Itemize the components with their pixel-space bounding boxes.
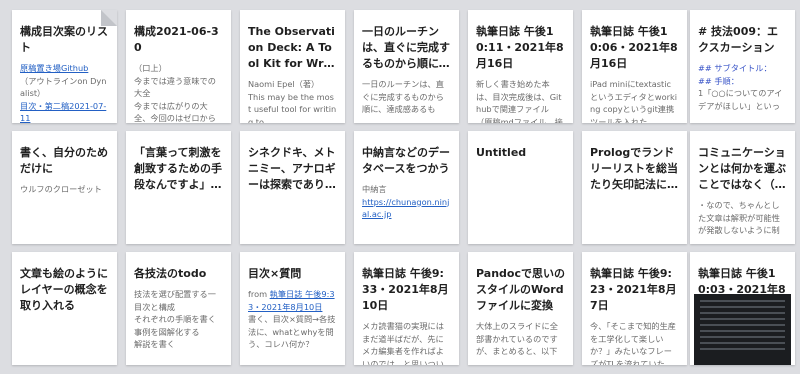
card[interactable]: Prologでランドリーリストを総当たり矢印記法に変換する: [582, 131, 687, 244]
card-text: from: [248, 289, 270, 299]
card-title: 執筆日誌 午後9:33・2021年8月10日: [362, 267, 449, 312]
card-text: ・なので、ちゃんとした文章は解釈が可能性が発散しないように制: [698, 200, 780, 235]
card-title: The Observation Deck: A Tool Kit for Wri…: [248, 25, 335, 70]
card-title: 一日のルーチンは、直ぐに完成するものから順に、達成感…: [362, 25, 450, 70]
card-link[interactable]: 目次・第二稿2021-07-11: [20, 100, 109, 124]
card-title: コミュニケーションとは何かを運ぶことではなく（導管メ…: [698, 146, 786, 191]
card-title: 構成2021-06-30: [134, 25, 219, 54]
card-title: 各技法のtodo: [134, 267, 207, 280]
card-text: 技法を選び配置する一目次と構成: [134, 289, 216, 312]
card-text: （アウトラインon Dynalist）: [20, 75, 107, 99]
card-text: 新しく書き始めた本は、目次完成後は、Githubで関連ファイル（原稿mdファイル…: [476, 79, 563, 123]
card-body: iPad miniにtextasticというエディタとworking copyと…: [590, 78, 679, 123]
card-body: from 執筆日誌 午後9:33・2021年8月10日 書く、目次×質問→各技法…: [248, 288, 337, 351]
card[interactable]: 構成目次案のリスト 原稿置き場Github （アウトラインon Dynalist…: [12, 10, 117, 123]
card-text: This may be the most useful tool for wri…: [248, 91, 337, 124]
card-body: 中納言 https://chunagon.ninjal.ac.jp: [362, 183, 451, 221]
card-text: それぞれの手順を書く: [134, 314, 216, 324]
card-title: # 技法009：エクスカーション: [698, 25, 779, 54]
card-title: 構成目次案のリスト: [20, 25, 108, 54]
card-text: 中納言: [362, 184, 387, 194]
card[interactable]: 各技法のtodo 技法を選び配置する一目次と構成 それぞれの手順を書く 事例を図…: [126, 252, 231, 365]
card-text: 1「○○についてのアイデアがほしい」といっ: [698, 88, 783, 111]
card[interactable]: # 技法009：エクスカーション ## サブタイトル： ## 手順： 1「○○に…: [690, 10, 795, 123]
card-title: 「言葉って刺激を創致するための手段なんですよ」ライテ…: [134, 146, 222, 191]
card-text: ## 手順：: [698, 75, 739, 86]
card[interactable]: 中納言などのデータベースをつかう 中納言 https://chunagon.ni…: [354, 131, 459, 244]
card-title: 文章も絵のようにレイヤーの概念を取り入れる: [20, 267, 108, 312]
card[interactable]: Pandocで思いのスタイルのWordファイルに変換 大体上のスライドに全部書か…: [468, 252, 573, 365]
card-body: 原稿置き場Github （アウトラインon Dynalist） 目次・第二稿20…: [20, 62, 109, 123]
card[interactable]: コミュニケーションとは何かを運ぶことではなく（導管メ… ・なので、ちゃんとした文…: [690, 131, 795, 244]
card[interactable]: 構成2021-06-30 （口上） 今までは違う意味での大全 今までは広がりの大…: [126, 10, 231, 123]
card-body: メカ読書猫の実現にはまだ道半ばだが、先にメカ編集者を作ればよいのでは、と思いつい: [362, 320, 451, 365]
card-title: 書く、自分のためだけに: [20, 146, 108, 175]
card-text: Naomi Epel（著）: [248, 79, 320, 89]
card-body: 今、「そこまで知的生産を工学化して楽しいか？」みたいなフレーズがTLを流れていた: [590, 320, 679, 365]
card-title: シネクドキ、メトニミー、アナロギーは探索であり発想法…: [248, 146, 336, 191]
card-text: メカ読書猫の実現にはまだ道半ばだが、先にメカ編集者を作ればよいのでは、と思いつい: [362, 321, 444, 365]
card-text: 大体上のスライドに全部書かれているのですが、まとめると、以下: [476, 321, 558, 356]
card-body: 大体上のスライドに全部書かれているのですが、まとめると、以下: [476, 320, 565, 358]
card-text: 解説を書く: [134, 339, 175, 349]
card-body: 新しく書き始めた本は、目次完成後は、Githubで関連ファイル（原稿mdファイル…: [476, 78, 565, 123]
card-body: Naomi Epel（著） This may be the most usefu…: [248, 78, 337, 123]
card-text: ウルフのクローゼット: [20, 184, 102, 194]
card-title: 執筆日誌 午後9:23・2021年8月7日: [590, 267, 677, 312]
card-body: ## サブタイトル： ## 手順： 1「○○についてのアイデアがほしい」といっ: [698, 62, 787, 112]
card-text: 一日のルーチンは、直ぐに完成するものから順に、達成感あるも: [362, 79, 444, 114]
card[interactable]: 一日のルーチンは、直ぐに完成するものから順に、達成感… 一日のルーチンは、直ぐに…: [354, 10, 459, 123]
card[interactable]: 目次×質問 from 執筆日誌 午後9:33・2021年8月10日 書く、目次×…: [240, 252, 345, 365]
card[interactable]: 執筆日誌 午後9:33・2021年8月10日 メカ読書猫の実現にはまだ道半ばだが…: [354, 252, 459, 365]
card-text: iPad miniにtextasticというエディタとworking copyと…: [590, 79, 678, 123]
card[interactable]: Untitled: [468, 131, 573, 244]
card-text: 事例を図解化する: [134, 326, 200, 337]
card-body: ウルフのクローゼット: [20, 183, 109, 196]
card[interactable]: 執筆日誌 午後10:06・2021年8月16日 iPad miniにtextas…: [582, 10, 687, 123]
card[interactable]: シネクドキ、メトニミー、アナロギーは探索であり発想法…: [240, 131, 345, 244]
card-title: 執筆日誌 午後10:06・2021年8月16日: [590, 25, 678, 70]
card-body: 技法を選び配置する一目次と構成 それぞれの手順を書く 事例を図解化する 解説を書…: [134, 288, 223, 351]
card[interactable]: The Observation Deck: A Tool Kit for Wri…: [240, 10, 345, 123]
card-body: 一日のルーチンは、直ぐに完成するものから順に、達成感あるも: [362, 78, 451, 116]
card-title: Untitled: [476, 146, 527, 159]
card-link[interactable]: https://chunagon.ninjal.ac.jp: [362, 196, 451, 221]
screenshot-thumbnail: [694, 294, 791, 365]
card[interactable]: 文章も絵のようにレイヤーの概念を取り入れる: [12, 252, 117, 365]
card-text: 今までは違う意味での大全: [134, 75, 216, 99]
card-title: Pandocで思いのスタイルのWordファイルに変換: [476, 267, 565, 312]
card[interactable]: 執筆日誌 午後10:03・2021年8月4日: [690, 252, 795, 365]
card[interactable]: 執筆日誌 午後9:23・2021年8月7日 今、「そこまで知的生産を工学化して楽…: [582, 252, 687, 365]
card-text: 書く、目次×質問→各技法に、whatとwhyを問う、コレハ何か？: [248, 314, 336, 349]
card-text: （口上）: [134, 63, 167, 73]
card-title: 執筆日誌 午後10:11・2021年8月16日: [476, 25, 564, 70]
card-text: 今までは広がりの大全、今回のはゼロから: [134, 100, 216, 124]
card-body: （口上） 今までは違う意味での大全 今までは広がりの大全、今回のはゼロから: [134, 62, 223, 123]
card-link[interactable]: 原稿置き場Github: [20, 62, 109, 75]
card-body: ・なので、ちゃんとした文章は解釈が可能性が発散しないように制: [698, 199, 787, 237]
card[interactable]: 執筆日誌 午後10:11・2021年8月16日 新しく書き始めた本は、目次完成後…: [468, 10, 573, 123]
card-text: 今、「そこまで知的生産を工学化して楽しいか？」みたいなフレーズがTLを流れていた: [590, 321, 676, 365]
card-title: Prologでランドリーリストを総当たり矢印記法に変換する: [590, 146, 678, 191]
card-title: 目次×質問: [248, 267, 302, 280]
card[interactable]: 書く、自分のためだけに ウルフのクローゼット: [12, 131, 117, 244]
card[interactable]: 「言葉って刺激を創致するための手段なんですよ」ライテ…: [126, 131, 231, 244]
card-text: ## サブタイトル：: [698, 63, 772, 73]
card-title: 中納言などのデータベースをつかう: [362, 146, 450, 175]
